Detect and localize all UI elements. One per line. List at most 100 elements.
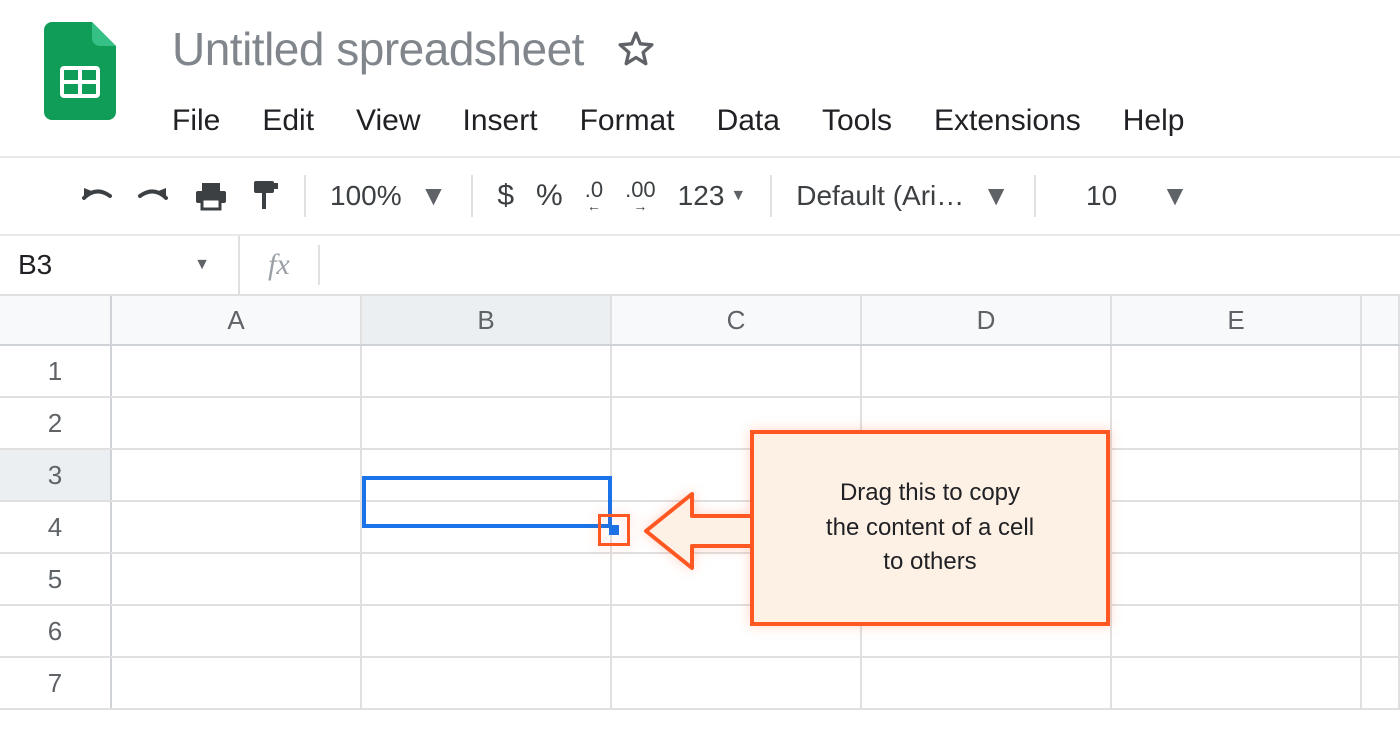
name-box-value: B3 — [18, 249, 52, 281]
chevron-down-icon: ▼ — [1161, 180, 1189, 212]
cell-b6[interactable] — [362, 606, 612, 656]
menu-bar: File Edit View Insert Format Data Tools … — [172, 104, 1184, 138]
cell-b1[interactable] — [362, 346, 612, 396]
column-header-e[interactable]: E — [1112, 296, 1362, 344]
cell-f5[interactable] — [1362, 554, 1400, 604]
row-header-5[interactable]: 5 — [0, 554, 112, 604]
cell-d5[interactable] — [862, 554, 1112, 604]
cell-b5[interactable] — [362, 554, 612, 604]
zoom-value: 100% — [330, 180, 402, 212]
format-currency-button[interactable]: $ — [497, 179, 514, 213]
font-size-select[interactable]: 10 ▼ — [1060, 180, 1197, 212]
row-header-3[interactable]: 3 — [0, 450, 112, 500]
column-header-b[interactable]: B — [362, 296, 612, 344]
cell-c5[interactable] — [612, 554, 862, 604]
chevron-down-icon: ▼ — [420, 180, 448, 212]
toolbar-separator — [471, 175, 473, 217]
row-header-4[interactable]: 4 — [0, 502, 112, 552]
paint-format-button[interactable] — [250, 179, 280, 213]
cell-b2[interactable] — [362, 398, 612, 448]
fill-handle-highlight — [598, 514, 630, 546]
menu-view[interactable]: View — [356, 104, 420, 138]
cell-e3[interactable] — [1112, 450, 1362, 500]
chevron-down-icon: ▼ — [982, 180, 1010, 212]
cell-c6[interactable] — [612, 606, 862, 656]
formula-bar-input[interactable] — [320, 236, 1400, 294]
cell-f2[interactable] — [1362, 398, 1400, 448]
increase-decimal-label: .00 — [625, 180, 656, 200]
redo-button[interactable] — [136, 182, 172, 210]
menu-data[interactable]: Data — [717, 104, 780, 138]
more-formats-button[interactable]: 123 ▼ — [678, 180, 747, 212]
cell-a1[interactable] — [112, 346, 362, 396]
menu-tools[interactable]: Tools — [822, 104, 892, 138]
cell-b4[interactable] — [362, 502, 612, 552]
font-select[interactable]: Default (Ari… ▼ — [796, 180, 1010, 212]
fx-label: fx — [240, 248, 318, 282]
cell-f3[interactable] — [1362, 450, 1400, 500]
cell-a7[interactable] — [112, 658, 362, 708]
cell-a5[interactable] — [112, 554, 362, 604]
undo-button[interactable] — [78, 182, 114, 210]
cell-a6[interactable] — [112, 606, 362, 656]
cell-e6[interactable] — [1112, 606, 1362, 656]
menu-insert[interactable]: Insert — [463, 104, 538, 138]
decrease-decimal-button[interactable]: .0 ← — [585, 180, 603, 212]
print-button[interactable] — [194, 181, 228, 211]
cell-e7[interactable] — [1112, 658, 1362, 708]
cell-b7[interactable] — [362, 658, 612, 708]
row-header-7[interactable]: 7 — [0, 658, 112, 708]
cell-a4[interactable] — [112, 502, 362, 552]
menu-help[interactable]: Help — [1123, 104, 1185, 138]
cell-e5[interactable] — [1112, 554, 1362, 604]
document-title[interactable]: Untitled spreadsheet — [172, 22, 584, 76]
format-percent-button[interactable]: % — [536, 179, 563, 213]
cell-f6[interactable] — [1362, 606, 1400, 656]
menu-extensions[interactable]: Extensions — [934, 104, 1081, 138]
cell-f7[interactable] — [1362, 658, 1400, 708]
cell-a2[interactable] — [112, 398, 362, 448]
row-header-2[interactable]: 2 — [0, 398, 112, 448]
cell-c2[interactable] — [612, 398, 862, 448]
cell-e1[interactable] — [1112, 346, 1362, 396]
cell-e2[interactable] — [1112, 398, 1362, 448]
chevron-down-icon: ▼ — [194, 256, 210, 274]
row-header-1[interactable]: 1 — [0, 346, 112, 396]
cell-f4[interactable] — [1362, 502, 1400, 552]
cell-b3[interactable] — [362, 450, 612, 500]
select-all-corner[interactable] — [0, 296, 112, 344]
menu-file[interactable]: File — [172, 104, 220, 138]
cell-e4[interactable] — [1112, 502, 1362, 552]
increase-decimal-button[interactable]: .00 → — [625, 180, 656, 212]
cell-d7[interactable] — [862, 658, 1112, 708]
column-header-extra[interactable] — [1362, 296, 1400, 344]
menu-edit[interactable]: Edit — [262, 104, 314, 138]
font-name: Default (Ari… — [796, 180, 964, 212]
cell-a3[interactable] — [112, 450, 362, 500]
cell-d1[interactable] — [862, 346, 1112, 396]
star-icon[interactable] — [616, 29, 656, 69]
column-header-a[interactable]: A — [112, 296, 362, 344]
cell-f1[interactable] — [1362, 346, 1400, 396]
cell-d6[interactable] — [862, 606, 1112, 656]
cell-c4[interactable] — [612, 502, 862, 552]
decrease-decimal-label: .0 — [585, 180, 603, 200]
cell-d2[interactable] — [862, 398, 1112, 448]
name-box[interactable]: B3 ▼ — [0, 236, 240, 294]
toolbar-separator — [1034, 175, 1036, 217]
spreadsheet-grid: A B C D E 1 2 3 4 — [0, 296, 1400, 710]
cell-c3[interactable] — [612, 450, 862, 500]
cell-d4[interactable] — [862, 502, 1112, 552]
cell-d3[interactable] — [862, 450, 1112, 500]
row-header-6[interactable]: 6 — [0, 606, 112, 656]
zoom-select[interactable]: 100% ▼ — [330, 180, 447, 212]
column-header-c[interactable]: C — [612, 296, 862, 344]
menu-format[interactable]: Format — [580, 104, 675, 138]
more-formats-label: 123 — [678, 180, 725, 212]
cell-c7[interactable] — [612, 658, 862, 708]
sheets-logo-icon — [44, 22, 116, 120]
column-header-d[interactable]: D — [862, 296, 1112, 344]
toolbar: 100% ▼ $ % .0 ← .00 → 123 ▼ Default (Ari… — [0, 156, 1400, 236]
cell-c1[interactable] — [612, 346, 862, 396]
chevron-down-icon: ▼ — [730, 187, 746, 205]
